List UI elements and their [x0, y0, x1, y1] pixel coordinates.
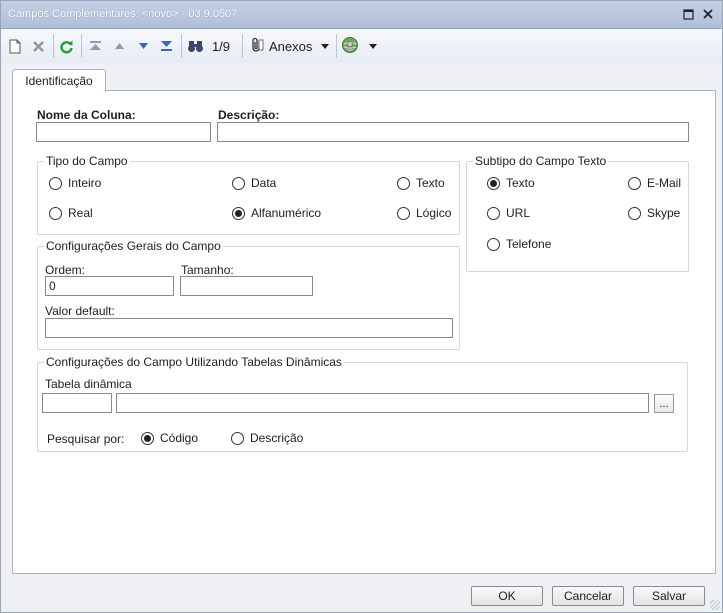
window-title: Campos Complementares: <novo> - 03.9.050… — [8, 8, 238, 20]
tab-strip: Identificação — [1, 63, 722, 92]
paperclip-icon — [249, 37, 265, 56]
first-record-icon[interactable] — [87, 35, 103, 57]
radio-button — [232, 176, 245, 190]
radio-button-selected — [232, 206, 245, 220]
toolbar-separator — [53, 34, 54, 58]
radio-subtype-url[interactable]: URL — [487, 206, 530, 220]
radio-logico[interactable]: Lógico — [397, 206, 451, 220]
radio-button — [49, 176, 62, 190]
radio-label: Texto — [506, 176, 535, 190]
last-record-icon[interactable] — [158, 35, 174, 57]
field-type-title: Tipo do Campo — [44, 154, 130, 168]
dynamic-table-code-input[interactable] — [42, 393, 112, 413]
radio-subtype-skype[interactable]: Skype — [628, 206, 680, 220]
radio-search-descricao[interactable]: Descrição — [231, 431, 303, 445]
description-input[interactable] — [217, 122, 689, 142]
globe-user-icon — [341, 36, 359, 57]
toolbar-separator — [242, 34, 243, 58]
new-document-icon[interactable] — [7, 35, 23, 57]
radio-inteiro[interactable]: Inteiro — [49, 176, 101, 190]
user-globe-dropdown[interactable] — [341, 35, 383, 57]
toolbar: 1/9 Anexos — [1, 30, 722, 63]
restore-icon[interactable] — [681, 7, 695, 21]
radio-subtype-email[interactable]: E-Mail — [628, 176, 681, 190]
chevron-down-icon — [369, 43, 377, 49]
record-counter: 1/9 — [211, 38, 231, 54]
default-value-input[interactable] — [45, 318, 453, 338]
toolbar-separator — [336, 34, 337, 58]
dynamic-tables-title: Configurações do Campo Utilizando Tabela… — [44, 355, 344, 369]
radio-button — [397, 206, 410, 220]
radio-label: Texto — [416, 176, 445, 190]
order-label: Ordem: — [45, 263, 86, 277]
text-subtype-title: Subtipo do Campo Texto — [473, 154, 609, 168]
radio-button — [487, 237, 500, 251]
radio-alfanumerico[interactable]: Alfanumérico — [232, 206, 321, 220]
delete-icon[interactable] — [30, 35, 46, 57]
binoculars-icon[interactable] — [186, 35, 204, 57]
radio-label: Inteiro — [68, 176, 102, 190]
radio-label: URL — [506, 206, 531, 220]
previous-record-icon[interactable] — [111, 35, 127, 57]
dynamic-table-description-input[interactable] — [116, 393, 649, 413]
chevron-down-icon — [321, 43, 330, 49]
size-label: Tamanho: — [181, 263, 234, 277]
radio-real[interactable]: Real — [49, 206, 93, 220]
radio-data[interactable]: Data — [232, 176, 276, 190]
close-icon[interactable] — [701, 7, 715, 21]
order-input[interactable]: 0 — [45, 276, 174, 296]
radio-button — [397, 176, 410, 190]
radio-subtype-texto[interactable]: Texto — [487, 176, 535, 190]
refresh-icon[interactable] — [58, 35, 75, 57]
dynamic-table-label: Tabela dinâmica — [45, 377, 132, 391]
title-bar: Campos Complementares: <novo> - 03.9.050… — [1, 1, 722, 29]
radio-subtype-telefone[interactable]: Telefone — [487, 237, 551, 251]
tab-identificacao[interactable]: Identificação — [12, 69, 106, 92]
radio-label: Data — [251, 176, 277, 190]
attachments-dropdown[interactable]: Anexos — [249, 35, 333, 57]
radio-label: Telefone — [506, 237, 552, 251]
general-config-title: Configurações Gerais do Campo — [44, 239, 223, 253]
radio-button-selected — [141, 431, 154, 445]
radio-label: E-Mail — [647, 176, 682, 190]
search-by-label: Pesquisar por: — [47, 432, 125, 446]
radio-button-selected — [487, 176, 500, 190]
size-input[interactable] — [180, 276, 313, 296]
radio-label: Alfanumérico — [251, 206, 322, 220]
next-record-icon[interactable] — [135, 35, 151, 57]
description-label: Descrição: — [218, 108, 280, 122]
dialog-window: Campos Complementares: <novo> - 03.9.050… — [0, 0, 723, 613]
radio-label: Lógico — [416, 206, 452, 220]
radio-button — [49, 206, 62, 220]
radio-button — [487, 206, 500, 220]
radio-label: Código — [160, 431, 199, 445]
save-button[interactable]: Salvar — [633, 586, 705, 606]
toolbar-separator — [181, 34, 182, 58]
radio-texto[interactable]: Texto — [397, 176, 445, 190]
radio-button — [628, 206, 641, 220]
attachments-label: Anexos — [269, 38, 313, 54]
radio-label: Descrição — [250, 431, 304, 445]
radio-search-codigo[interactable]: Código — [141, 431, 198, 445]
cancel-button[interactable]: Cancelar — [552, 586, 624, 606]
browse-button[interactable]: ... — [654, 394, 674, 413]
toolbar-separator — [81, 34, 82, 58]
field-type-group: Tipo do Campo — [37, 154, 460, 235]
column-name-input[interactable] — [36, 122, 211, 142]
resize-grip[interactable] — [710, 600, 720, 610]
column-name-label: Nome da Coluna: — [37, 108, 136, 122]
radio-button — [628, 176, 641, 190]
radio-label: Real — [68, 206, 93, 220]
radio-button — [231, 431, 244, 445]
default-value-label: Valor default: — [45, 304, 115, 318]
ok-button[interactable]: OK — [471, 586, 543, 606]
radio-label: Skype — [647, 206, 681, 220]
